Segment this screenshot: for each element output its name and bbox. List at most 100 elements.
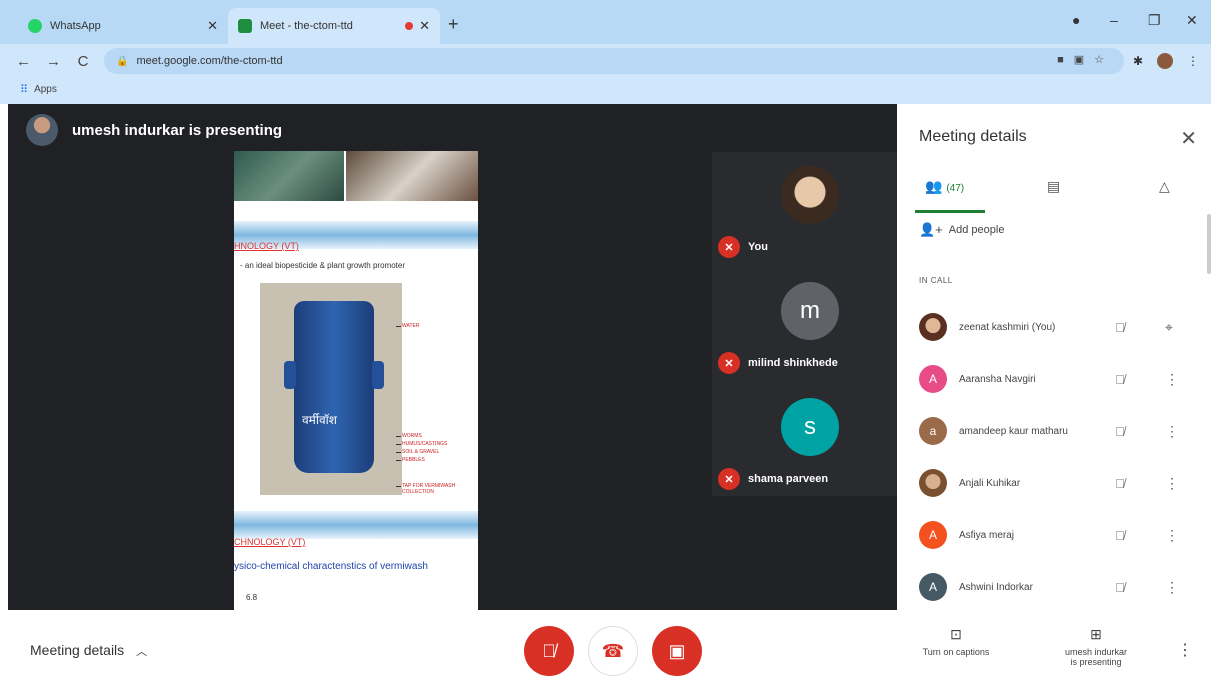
tab-title: WhatsApp [50,20,101,32]
participant-avatar [919,469,947,497]
participant-row[interactable]: A Asfiya meraj 🎙̸ ⋮ [919,520,1199,550]
close-window-button[interactable]: ✕ [1186,12,1198,29]
mic-off-icon: 🎙̸ [1115,423,1125,439]
vermiwash-drum-image: वर्मीवॉश [260,283,402,495]
account-icon[interactable]: ● [1072,12,1080,28]
panel-title: Meeting details [919,128,1027,145]
maximize-button[interactable]: ❐ [1148,12,1161,29]
tab-whatsapp[interactable]: WhatsApp ✕ [18,8,228,44]
profile-avatar[interactable] [1157,53,1173,69]
participant-avatar [781,166,839,224]
more-options-icon[interactable]: ⋮ [1177,640,1193,660]
participant-avatar: A [919,365,947,393]
scrollbar[interactable] [1207,214,1211,274]
hang-up-icon: ☎ [601,640,625,661]
mic-off-icon: 🎙̸ [1115,527,1125,543]
participant-name: amandeep kaur matharu [959,425,1068,437]
close-icon[interactable]: ✕ [207,18,218,34]
toolbar: ← → C 🔒 meet.google.com/the-ctom-ttd ■▣☆… [0,44,1211,78]
menu-icon[interactable]: ⋮ [1187,54,1199,68]
participant-name: zeenat kashmiri (You) [959,321,1056,333]
participant-name: Ashwini Indorkar [959,581,1033,593]
url-text: meet.google.com/the-ctom-ttd [136,55,283,67]
close-icon[interactable]: ✕ [419,18,430,34]
participant-row[interactable]: a amandeep kaur matharu 🎙̸ ⋮ [919,416,1199,446]
meeting-details-panel: Meeting details ✕ 👥 (47) ▤ △ 👤+ Add peop… [897,104,1211,610]
add-people-label: Add people [948,224,1005,236]
participant-name: Anjali Kuhikar [959,477,1021,489]
participant-row[interactable]: A Ashwini Indorkar 🎙̸ ⋮ [919,572,1199,602]
meeting-details-button[interactable]: Meeting details ︿ [30,642,147,659]
participant-name: Aaransha Navgiri [959,373,1036,385]
forward-icon[interactable]: → [46,53,61,70]
mic-off-icon: 🎙̸ [1115,371,1125,387]
participant-name: You [748,241,768,253]
participant-name: Asfiya meraj [959,529,1015,541]
participant-name: milind shinkhede [748,357,838,369]
more-options-icon[interactable]: ⋮ [1165,579,1179,596]
toolbar-right: ✱ ⋮ [1133,53,1199,69]
participant-row[interactable]: A Aaransha Navgiri 🎙̸ ⋮ [919,364,1199,394]
whatsapp-icon [28,19,42,33]
tab-chat[interactable]: ▤ [1047,178,1060,195]
mic-off-icon: 🎙̸ [1115,475,1125,491]
more-options-icon[interactable]: ⋮ [1165,527,1179,544]
presenting-text: umesh indurkar is presenting [72,121,283,139]
browser-chrome: WhatsApp ✕ Meet - the-ctom-ttd ✕ + ● – ❐… [0,0,1211,104]
bookmark-apps[interactable]: Apps [34,84,57,95]
add-people-button[interactable]: 👤+ Add people [919,222,1004,238]
more-options-icon[interactable]: ⋮ [1165,423,1179,440]
participant-row[interactable]: Anjali Kuhikar 🎙̸ ⋮ [919,468,1199,498]
minimize-button[interactable]: – [1110,12,1118,28]
leave-call-button[interactable]: ☎ [588,626,638,676]
recording-icon [405,22,414,30]
mic-toggle-button[interactable]: 🎙̸ [524,626,574,676]
lock-icon: 🔒 [116,55,129,67]
extensions-icon[interactable]: ✱ [1133,54,1143,68]
new-tab-button[interactable]: + [448,14,459,35]
presenter-bar: umesh indurkar is presenting [26,114,282,146]
camera-toggle-button[interactable]: ▣ [652,626,702,676]
more-options-icon[interactable]: ⋮ [1165,475,1179,492]
chat-icon: ▤ [1047,178,1061,194]
close-icon[interactable]: ✕ [1180,126,1197,151]
mic-off-icon: ✕ [718,468,740,490]
reload-icon[interactable]: C [76,53,90,70]
slide-photo [346,151,478,201]
bookmarks-bar: ⠿ Apps [0,78,1211,100]
captions-label: Turn on captions [922,647,990,657]
bottom-bar: Meeting details ︿ 🎙̸ ☎ ▣ ⊡ Turn on capti… [0,610,1211,676]
address-bar[interactable]: 🔒 meet.google.com/the-ctom-ttd ■▣☆ [104,48,1124,74]
slide-heading: CHNOLOGY (VT) [234,537,306,547]
tab-activities[interactable]: △ [1159,178,1170,195]
people-count: (47) [946,183,965,194]
slide-number: 6.8 [246,593,258,602]
participant-tile[interactable]: m ✕ milind shinkhede [712,268,905,380]
presenting-button[interactable]: ⊞ umesh indurkar is presenting [1046,626,1146,667]
participant-avatar: a [919,417,947,445]
slide-subtitle: - an ideal biopesticide & plant growth p… [240,261,405,270]
tab-people[interactable]: 👥 (47) [925,178,964,195]
participant-tile[interactable]: ✕ You [712,152,905,264]
presenting-label: umesh indurkar [1064,647,1128,657]
tab-meet[interactable]: Meet - the-ctom-ttd ✕ [228,8,440,44]
participant-row[interactable]: zeenat kashmiri (You) 🎙̸ ⌖ [919,312,1199,342]
participant-avatar: A [919,521,947,549]
more-options-icon[interactable]: ⋮ [1165,371,1179,388]
slide-subtitle: ysico-chemical charactenstics of vermiwa… [234,561,428,572]
drum: वर्मीवॉश [284,301,384,473]
people-icon: 👥 [925,178,943,194]
captions-button[interactable]: ⊡ Turn on captions [906,626,1006,657]
tab-strip: WhatsApp ✕ Meet - the-ctom-ttd ✕ + ● – ❐… [0,0,1211,44]
participant-name: shama parveen [748,473,829,485]
present-screen-icon: ⊞ [1090,626,1102,642]
meet-app: umesh indurkar is presenting HNOLOGY (VT… [0,104,1211,676]
slide-annotation: TAP FOR VERMIWASH COLLECTION [396,483,472,495]
back-icon[interactable]: ← [16,53,31,70]
omnibox-icons[interactable]: ■▣☆ [1057,53,1114,66]
participant-avatar: m [781,282,839,340]
pin-icon[interactable]: ⌖ [1165,319,1173,336]
participant-tile[interactable]: s ✕ shama parveen [712,384,905,496]
participant-avatar: s [781,398,839,456]
drum-label: वर्मीवॉश [302,413,337,427]
